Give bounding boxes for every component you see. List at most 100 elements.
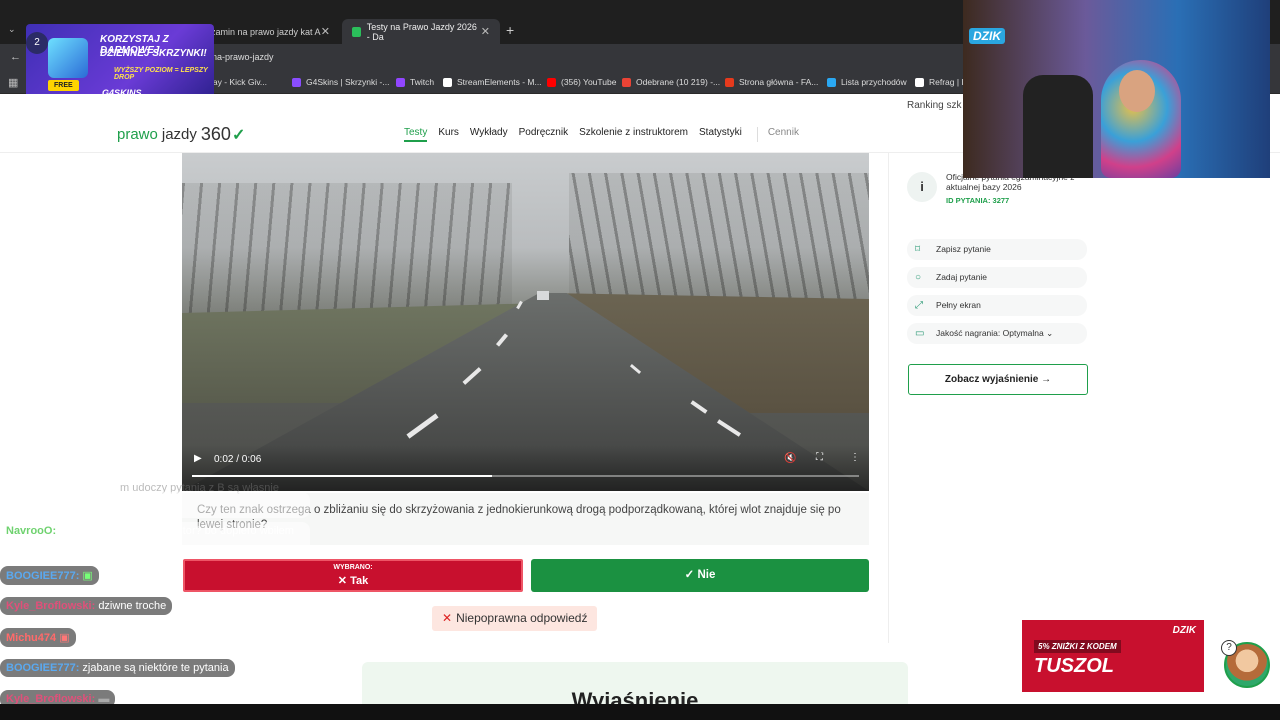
g4skins-promo-banner[interactable]: 2 KORZYSTAJ Z DARMOWEJ DZIENNEJ SKRZYNKI… <box>26 24 214 104</box>
bookmark-item[interactable]: Strona główna - FA... <box>725 77 818 87</box>
nav-szkolenie[interactable]: Szkolenie z instruktorem <box>579 127 688 142</box>
ask-question-button[interactable]: ○ Zadaj pytanie <box>907 267 1087 288</box>
sidebar-divider <box>888 153 889 643</box>
free-tag: FREE <box>48 80 79 91</box>
bookmark-icon: ⌑ <box>915 244 921 255</box>
bookmark-label: (356) YouTube <box>561 77 617 87</box>
bookmark-item[interactable]: Twitch <box>396 77 434 87</box>
chat-message: BOOGIEE777: ▣ <box>0 566 99 585</box>
nav-podrecznik[interactable]: Podręcznik <box>519 127 568 142</box>
chat-emote-icon: ▣ <box>82 570 93 582</box>
chat-username: BOOGIEE777: <box>6 662 80 674</box>
bookmark-label: Odebrane (10 219) -... <box>636 77 721 87</box>
bookmark-item[interactable]: G4Skins | Skrzynki -... <box>292 77 389 87</box>
bookmark-item[interactable]: Lista przychodów <box>827 77 907 87</box>
bookmark-item[interactable]: Odebrane (10 219) -... <box>622 77 720 87</box>
help-icon[interactable]: ? <box>1221 640 1237 656</box>
tab-close-icon[interactable]: ✕ <box>481 25 490 38</box>
chat-text: zjabane są niektóre te pytania <box>82 662 229 674</box>
dzik-ad-banner[interactable]: DZIK 5% ZNIŻKI Z KODEM TUSZOL <box>1022 620 1204 692</box>
ad-discount: 5% ZNIŻKI Z KODEM <box>1034 640 1121 653</box>
chat-username: NavrooO: <box>6 525 57 537</box>
close-icon: ✕ <box>337 575 351 587</box>
streamer-head <box>1119 70 1155 112</box>
back-arrow-icon[interactable]: ← <box>10 51 21 63</box>
nav-cennik[interactable]: Cennik <box>756 127 799 142</box>
ad-code: TUSZOL <box>1034 655 1114 677</box>
bookmark-label: G4Skins | Skrzynki -... <box>306 77 390 87</box>
logo-number: 360 <box>200 124 231 144</box>
nav-statystyki[interactable]: Statystyki <box>699 127 742 142</box>
bookmark-label: Refrag | D <box>929 77 968 87</box>
bookmark-label: StreamElements - M... <box>457 77 542 87</box>
sidebar-item-label: Zapisz pytanie <box>936 244 991 254</box>
answer-nie-button[interactable]: ✓ Nie <box>531 559 869 592</box>
tab-close-icon[interactable]: ✕ <box>321 25 330 38</box>
sidebar-item-label: Zadaj pytanie <box>936 272 988 282</box>
answer-tak-label: Tak <box>350 575 369 587</box>
more-options-icon[interactable]: ⋮ <box>850 452 860 463</box>
bookmark-item[interactable]: (356) YouTube <box>547 77 616 87</box>
bookmark-item[interactable]: StreamElements - M... <box>443 77 542 87</box>
mute-icon[interactable]: 🔇 <box>784 453 796 464</box>
site-logo[interactable]: prawo jazdy 360 ✓ <box>117 124 245 145</box>
video-quality-dropdown[interactable]: ▭ Jakość nagrania: Optymalna ⌄ <box>907 323 1087 344</box>
bookmark-favicon-icon <box>443 77 452 87</box>
chat-message: BOOGIEE777: zjabane są niektóre te pytan… <box>0 659 235 677</box>
chat-text: dziwne troche <box>98 600 167 612</box>
check-icon: ✓ <box>231 126 246 144</box>
bookmark-favicon-icon <box>396 77 405 87</box>
video-progress-bar[interactable] <box>192 475 859 477</box>
ad-with-code: Z KODEM <box>1079 642 1117 651</box>
tab-active[interactable]: Testy na Prawo Jazdy 2026 - Da ✕ <box>342 19 500 44</box>
chat-message: Kyle_Broflowski: dziwne troche <box>0 597 173 615</box>
promo-line-2: DZIENNEJ SKRZYNKI! <box>100 48 207 59</box>
video-time: 0:02 / 0:06 <box>214 454 262 465</box>
nav-testy[interactable]: Testy <box>404 127 428 142</box>
check-icon: ✓ <box>684 569 698 581</box>
bookmark-label: Strona główna - FA... <box>739 77 819 87</box>
bookmark-favicon-icon <box>622 77 631 87</box>
bookmark-label: Lista przychodów <box>841 77 907 87</box>
bottom-bar <box>0 704 1280 720</box>
logo-word-jazdy: jazdy <box>161 126 197 143</box>
question-video[interactable]: ▶ 0:02 / 0:06 🔇 ⛶ ⋮ <box>182 153 869 491</box>
question-id: ID PYTANIA: 3277 <box>946 196 1010 205</box>
see-explanation-button[interactable]: Zobacz wyjaśnienie → <box>908 364 1088 395</box>
chat-username: BOOGIEE777: <box>6 570 80 582</box>
sidebar-item-label: Pełny ekran <box>936 300 981 310</box>
apps-grid-icon[interactable]: ▦ <box>8 76 18 89</box>
chat-message: Michu474 ▣ <box>0 628 76 647</box>
chat-emote-icon: ▣ <box>59 632 70 644</box>
answer-tak-button[interactable]: WYBRANO: ✕ Tak <box>183 559 523 592</box>
chat-message: NavrooO: A ty zamierzasz kupić motor? bo… <box>0 522 310 558</box>
new-tab-button[interactable]: + <box>506 22 514 38</box>
fullscreen-icon[interactable]: ⛶ <box>816 452 823 463</box>
nav-wyklady[interactable]: Wykłady <box>470 127 508 142</box>
tab-label: gzamin na prawo jazdy kat A <box>206 26 321 37</box>
play-icon[interactable]: ▶ <box>194 453 202 464</box>
notification-badge: 2 <box>26 32 48 54</box>
video-quality-icon: ▭ <box>915 328 925 339</box>
fullscreen-button[interactable]: ⤢ Pełny ekran <box>907 295 1087 316</box>
bookmark-favicon-icon <box>292 77 301 87</box>
bookmark-label: Twitch <box>410 77 435 87</box>
video-progress-fill <box>192 475 493 477</box>
bookmark-favicon-icon <box>725 77 734 87</box>
chat-username: Kyle_Broflowski: <box>6 600 96 612</box>
sidebar-item-label: Jakość nagrania: Optymalna <box>936 328 1044 338</box>
fullscreen-icon: ⤢ <box>915 300 923 311</box>
gaming-chair <box>1023 75 1093 178</box>
answer-nie-label: Nie <box>697 569 716 581</box>
tab-search-icon[interactable]: ⌄ <box>8 24 16 35</box>
save-question-button[interactable]: ⌑ Zapisz pytanie <box>907 239 1087 260</box>
bookmark-item[interactable]: Refrag | D <box>915 77 968 87</box>
chat-text: wepchane do A <box>6 495 82 507</box>
chat-username: Michu474 <box>6 632 57 644</box>
chat-icon: ○ <box>915 272 922 283</box>
nav-kurs[interactable]: Kurs <box>438 127 459 142</box>
ranking-link[interactable]: Ranking szk <box>907 100 961 111</box>
url-text[interactable]: na-prawo-jazdy <box>212 52 274 62</box>
chevron-down-icon: ⌄ <box>1043 328 1054 338</box>
ad-discount-value: 5% ZNIŻKI <box>1038 642 1078 651</box>
